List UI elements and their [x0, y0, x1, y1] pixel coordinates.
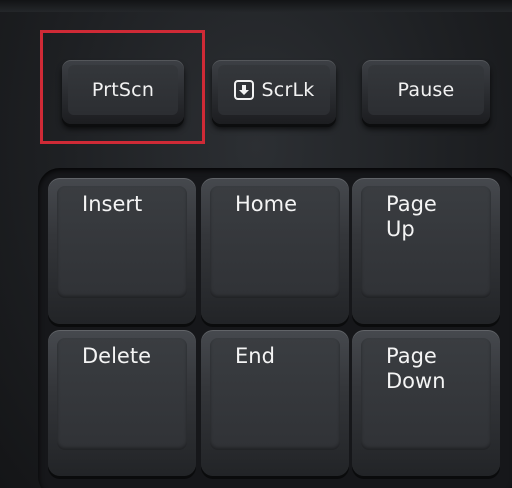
- page-down-key[interactable]: Page Down: [352, 330, 500, 476]
- end-key-label: End: [235, 344, 275, 368]
- insert-key[interactable]: Insert: [48, 178, 196, 324]
- keyboard-top-edge: [0, 0, 512, 12]
- end-key[interactable]: End: [201, 330, 349, 476]
- page-down-key-label: Page Down: [386, 344, 446, 393]
- delete-key[interactable]: Delete: [48, 330, 196, 476]
- scrlk-key[interactable]: ScrLk: [212, 60, 336, 124]
- keyboard-photo: PrtScn ScrLk Pause Insert Home Page Up D…: [0, 0, 512, 488]
- pause-key-face: Pause: [368, 65, 484, 115]
- down-arrow-box-icon: [233, 80, 254, 100]
- scrlk-key-face: ScrLk: [218, 65, 330, 115]
- prtscn-highlight-box: [40, 30, 205, 144]
- delete-key-label: Delete: [82, 344, 151, 368]
- page-up-key-label: Page Up: [386, 192, 437, 241]
- end-key-face: [210, 338, 340, 450]
- pause-key[interactable]: Pause: [362, 60, 490, 124]
- page-up-key[interactable]: Page Up: [352, 178, 500, 324]
- scrlk-key-label: ScrLk: [261, 79, 315, 101]
- pause-key-label: Pause: [397, 79, 455, 101]
- home-key[interactable]: Home: [201, 178, 349, 324]
- insert-key-label: Insert: [82, 192, 143, 216]
- home-key-label: Home: [235, 192, 298, 216]
